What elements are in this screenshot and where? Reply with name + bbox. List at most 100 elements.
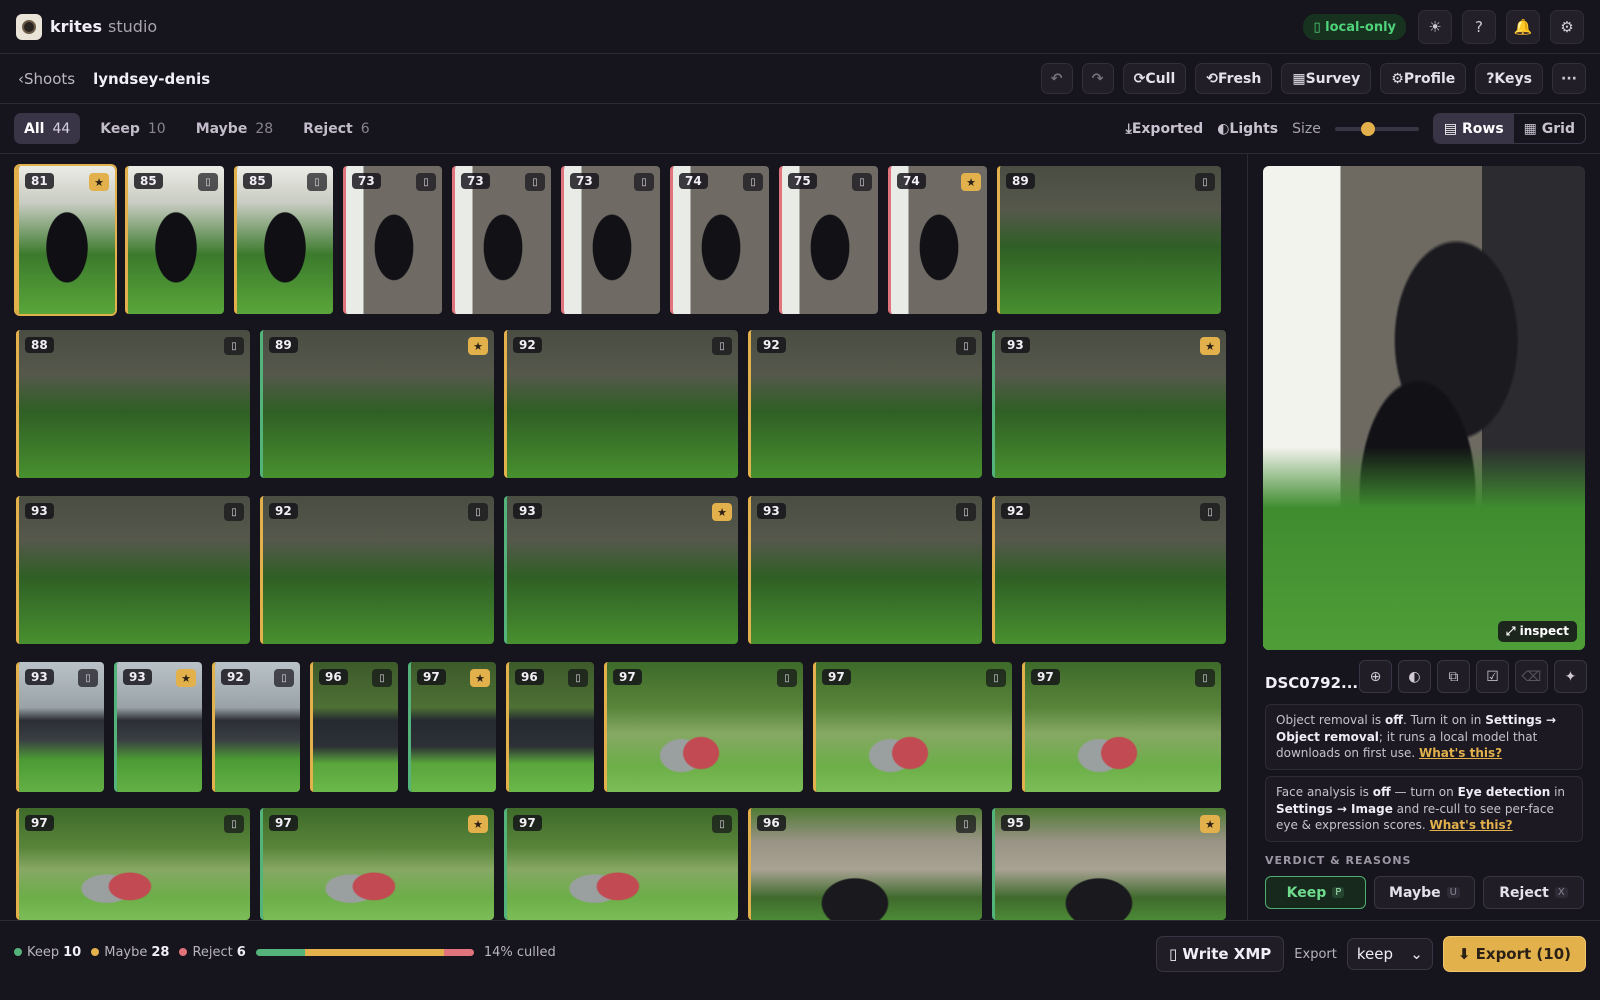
tab-all[interactable]: All 44 xyxy=(14,113,81,144)
photo-thumbnail[interactable]: 73 ▯ xyxy=(561,166,660,314)
flag-icon[interactable]: ▯ xyxy=(956,503,976,521)
photo-thumbnail[interactable]: 74 ▯ xyxy=(670,166,769,314)
photo-thumbnail[interactable]: 92 ▯ xyxy=(992,496,1226,644)
photo-thumbnail[interactable]: 74 ★ xyxy=(888,166,987,314)
photo-thumbnail[interactable]: 93 ▯ xyxy=(16,662,104,792)
photo-thumbnail[interactable]: 97 ▯ xyxy=(16,808,250,920)
maybe-button[interactable]: Maybe U xyxy=(1374,876,1475,909)
flag-icon[interactable]: ▯ xyxy=(274,669,294,687)
photo-thumbnail[interactable]: 92 ▯ xyxy=(260,496,494,644)
photo-thumbnail[interactable]: 96 ▯ xyxy=(748,808,982,920)
notifications-button[interactable]: 🔔 xyxy=(1506,10,1540,44)
star-icon[interactable]: ★ xyxy=(468,815,488,833)
photo-thumbnail[interactable]: 88 ▯ xyxy=(16,330,250,478)
photo-thumbnail[interactable]: 81 ★ xyxy=(14,164,117,316)
flag-icon[interactable]: ▯ xyxy=(78,669,98,687)
redo-button[interactable]: ↷ xyxy=(1081,63,1114,94)
star-icon[interactable]: ★ xyxy=(961,173,981,191)
flag-icon[interactable]: ▯ xyxy=(224,503,244,521)
photo-thumbnail[interactable]: 89 ★ xyxy=(260,330,494,478)
flag-icon[interactable]: ▯ xyxy=(712,337,732,355)
settings-button[interactable]: ⚙ xyxy=(1550,10,1584,44)
keep-button[interactable]: Keep P xyxy=(1265,876,1366,909)
photo-thumbnail[interactable]: 96 ▯ xyxy=(310,662,398,792)
star-icon[interactable]: ★ xyxy=(1200,337,1220,355)
write-xmp-button[interactable]: ▯ Write XMP xyxy=(1155,936,1285,972)
photo-thumbnail[interactable]: 93 ★ xyxy=(114,662,202,792)
flag-icon[interactable]: ▯ xyxy=(568,669,588,687)
photo-thumbnail[interactable]: 85 ▯ xyxy=(234,166,333,314)
whats-this-link[interactable]: What's this? xyxy=(1430,818,1513,832)
survey-button[interactable]: ▦Survey xyxy=(1281,63,1372,94)
fresh-button[interactable]: ⟲Fresh xyxy=(1195,63,1273,94)
flag-icon[interactable]: ▯ xyxy=(852,173,872,191)
photo-thumbnail[interactable]: 75 ▯ xyxy=(779,166,878,314)
photo-thumbnail[interactable]: 97 ▯ xyxy=(504,808,738,920)
slider-knob[interactable] xyxy=(1361,121,1376,136)
photo-thumbnail[interactable]: 97 ▯ xyxy=(813,662,1012,792)
flag-icon[interactable]: ▯ xyxy=(224,337,244,355)
flag-icon[interactable]: ▯ xyxy=(777,669,797,687)
photo-thumbnail[interactable]: 73 ▯ xyxy=(452,166,551,314)
star-icon[interactable]: ★ xyxy=(712,503,732,521)
contrast-button[interactable]: ◐ xyxy=(1398,660,1431,693)
tab-reject[interactable]: Reject 6 xyxy=(293,113,379,144)
tab-maybe[interactable]: Maybe 28 xyxy=(186,113,283,144)
flag-icon[interactable]: ▯ xyxy=(198,173,218,191)
photo-thumbnail[interactable]: 97 ★ xyxy=(408,662,496,792)
flag-icon[interactable]: ▯ xyxy=(743,173,763,191)
photo-thumbnail[interactable]: 97 ★ xyxy=(260,808,494,920)
star-icon[interactable]: ★ xyxy=(1200,815,1220,833)
photo-thumbnail[interactable]: 85 ▯ xyxy=(125,166,224,314)
flag-icon[interactable]: ▯ xyxy=(1195,173,1215,191)
sparkle-button[interactable]: ✦ xyxy=(1554,660,1587,693)
focus-button[interactable]: ⊕ xyxy=(1359,660,1392,693)
more-menu-button[interactable]: ··· xyxy=(1552,63,1586,94)
photo-thumbnail[interactable]: 96 ▯ xyxy=(506,662,594,792)
lights-toggle-button[interactable]: ◐Lights xyxy=(1217,121,1278,137)
grid-view-button[interactable]: ▦ Grid xyxy=(1514,114,1585,143)
photo-thumbnail[interactable]: 93 ▯ xyxy=(16,496,250,644)
flag-icon[interactable]: ▯ xyxy=(224,815,244,833)
photo-thumbnail[interactable]: 92 ▯ xyxy=(748,330,982,478)
cull-button[interactable]: ⟳Cull xyxy=(1122,63,1187,94)
tab-keep[interactable]: Keep 10 xyxy=(90,113,175,144)
export-button[interactable]: ⬇ Export (10) xyxy=(1442,936,1586,972)
help-button[interactable]: ? xyxy=(1462,10,1496,44)
photo-thumbnail[interactable]: 73 ▯ xyxy=(343,166,442,314)
flag-icon[interactable]: ▯ xyxy=(416,173,436,191)
duplicate-button[interactable]: ⧉ xyxy=(1437,660,1470,693)
thumbnail-size-slider[interactable] xyxy=(1334,121,1419,136)
star-icon[interactable]: ★ xyxy=(89,173,109,191)
inspect-button[interactable]: ⤢ inspect xyxy=(1497,621,1577,642)
check-button[interactable]: ☑ xyxy=(1476,660,1509,693)
photo-thumbnail[interactable]: 92 ▯ xyxy=(212,662,300,792)
flag-icon[interactable]: ▯ xyxy=(1195,669,1215,687)
flag-icon[interactable]: ▯ xyxy=(956,337,976,355)
photo-thumbnail[interactable]: 97 ▯ xyxy=(604,662,803,792)
keys-button[interactable]: ?Keys xyxy=(1475,63,1543,94)
photo-thumbnail[interactable]: 93 ★ xyxy=(504,496,738,644)
photo-thumbnail[interactable]: 89 ▯ xyxy=(997,166,1221,314)
photo-thumbnail[interactable]: 93 ▯ xyxy=(748,496,982,644)
rows-view-button[interactable]: ▤ Rows xyxy=(1433,114,1514,143)
flag-icon[interactable]: ▯ xyxy=(307,173,327,191)
flag-icon[interactable]: ▯ xyxy=(372,669,392,687)
undo-button[interactable]: ↶ xyxy=(1040,63,1073,94)
star-icon[interactable]: ★ xyxy=(468,337,488,355)
photo-thumbnail[interactable]: 97 ▯ xyxy=(1022,662,1221,792)
eraser-button[interactable]: ⌫ xyxy=(1515,660,1548,693)
star-icon[interactable]: ★ xyxy=(176,669,196,687)
photo-thumbnail[interactable]: 95 ★ xyxy=(992,808,1226,920)
photo-preview[interactable]: ⤢ inspect xyxy=(1263,166,1585,650)
photo-thumbnail[interactable]: 93 ★ xyxy=(992,330,1226,478)
flag-icon[interactable]: ▯ xyxy=(634,173,654,191)
photo-thumbnail[interactable]: 92 ▯ xyxy=(504,330,738,478)
flag-icon[interactable]: ▯ xyxy=(525,173,545,191)
back-to-shoots-link[interactable]: ‹Shoots xyxy=(18,70,75,88)
flag-icon[interactable]: ▯ xyxy=(1200,503,1220,521)
profile-button[interactable]: ⚙Profile xyxy=(1380,63,1467,94)
export-filter-select[interactable]: keep ⌄ xyxy=(1346,938,1433,970)
flag-icon[interactable]: ▯ xyxy=(712,815,732,833)
star-icon[interactable]: ★ xyxy=(470,669,490,687)
